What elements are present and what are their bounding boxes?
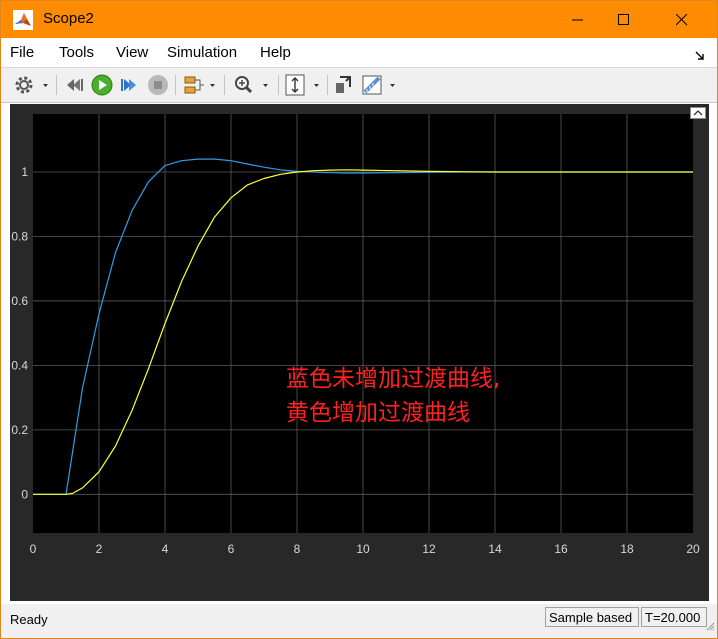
signal-selector-icon[interactable]: [182, 73, 216, 97]
settings-icon[interactable]: [13, 73, 49, 97]
toolbar-separator: [327, 75, 328, 95]
sample-mode: Sample based: [545, 607, 639, 627]
menu-help[interactable]: Help: [260, 44, 291, 61]
step-back-icon[interactable]: [64, 73, 86, 97]
scope-plot: 0 2 4 6 8 10 12 14 16 18 20 0 0.2 0.4 0.6 0.8 1 蓝色未增加过渡曲…: [11, 114, 700, 556]
maximize-button[interactable]: [601, 1, 647, 38]
annotation-line-2: 黄色增加过渡曲线: [286, 400, 470, 426]
measurements-icon[interactable]: [360, 73, 400, 97]
title-bar[interactable]: Scope2: [1, 1, 717, 38]
scope-window: Scope2 File Tools View Simulation Help 0…: [0, 0, 718, 639]
toolbar: [1, 67, 717, 103]
x-tick-label: 8: [294, 542, 301, 556]
menu-bar: File Tools View Simulation Help: [1, 39, 717, 67]
x-tick-label: 20: [686, 542, 700, 556]
menu-tools[interactable]: Tools: [59, 44, 94, 61]
x-tick-label: 16: [554, 542, 568, 556]
menu-file[interactable]: File: [10, 44, 34, 61]
toolbar-separator: [56, 75, 57, 95]
minimize-button[interactable]: [555, 1, 601, 38]
window-title: Scope2: [43, 10, 94, 27]
menu-simulation[interactable]: Simulation: [167, 44, 237, 61]
y-tick-label: 1: [21, 165, 28, 179]
close-button[interactable]: [659, 1, 705, 38]
menu-view[interactable]: View: [116, 44, 148, 61]
x-tick-label: 6: [228, 542, 235, 556]
toolbar-separator: [224, 75, 225, 95]
highlight-simulink-block-icon[interactable]: [333, 73, 355, 97]
resize-grip-icon[interactable]: [705, 618, 715, 636]
annotation-line-1: 蓝色未增加过渡曲线,: [286, 366, 500, 392]
x-tick-label: 0: [30, 542, 37, 556]
maximize-icon: [618, 14, 629, 25]
expand-axes-icon[interactable]: [690, 106, 706, 124]
zoom-in-icon[interactable]: [232, 73, 272, 97]
minimize-icon: [572, 19, 583, 21]
autoscale-icon[interactable]: [284, 73, 324, 97]
status-bar: Ready Sample based T=20.000: [1, 604, 717, 638]
x-tick-label: 2: [96, 542, 103, 556]
toolbar-separator: [175, 75, 176, 95]
undock-arrow-icon[interactable]: [695, 48, 705, 66]
x-tick-label: 10: [356, 542, 370, 556]
scope-display: 0 2 4 6 8 10 12 14 16 18 20 0 0.2 0.4 0.6 0.8 1 蓝色未增加过渡曲…: [10, 104, 709, 601]
y-tick-label: 0.8: [11, 229, 28, 243]
x-tick-label: 4: [162, 542, 169, 556]
x-tick-label: 18: [620, 542, 634, 556]
simulation-time: T=20.000: [641, 607, 707, 627]
y-tick-label: 0.2: [11, 423, 28, 437]
y-tick-label: 0.4: [11, 358, 28, 372]
x-tick-label: 14: [488, 542, 502, 556]
toolbar-separator: [278, 75, 279, 95]
x-tick-label: 12: [422, 542, 436, 556]
stop-icon[interactable]: [146, 73, 170, 97]
y-tick-label: 0.6: [11, 294, 28, 308]
matlab-logo-icon: [13, 10, 33, 30]
y-tick-label: 0: [21, 487, 28, 501]
close-icon: [676, 14, 688, 26]
run-icon[interactable]: [90, 73, 114, 97]
step-forward-icon[interactable]: [118, 73, 140, 97]
status-text: Ready: [10, 612, 48, 627]
